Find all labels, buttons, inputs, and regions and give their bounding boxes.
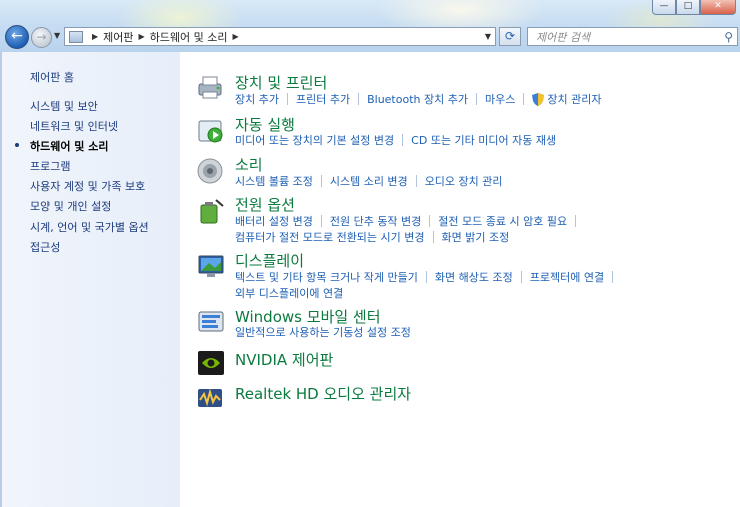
forward-button[interactable]: → <box>31 27 52 48</box>
sidebar-item-accessibility[interactable]: 접근성 <box>30 239 60 255</box>
sidebar-item-programs[interactable]: 프로그램 <box>30 158 70 174</box>
breadcrumb-control-panel[interactable]: 제어판 <box>103 29 133 45</box>
category-power-options-title[interactable]: 전원 옵션 <box>235 194 295 215</box>
search-placeholder: 제어판 검색 <box>536 30 591 44</box>
divider <box>320 175 322 187</box>
power-options-links-row2: 컴퓨터가 절전 모드로 전환되는 시기 변경 화면 밝기 조정 <box>235 229 509 245</box>
control-panel-icon <box>69 30 83 43</box>
connect-projector-link[interactable]: 프로젝터에 연결 <box>530 269 604 285</box>
autoplay-icon[interactable] <box>196 116 226 146</box>
adjust-screen-brightness-link[interactable]: 화면 밝기 조정 <box>442 229 510 245</box>
divider <box>425 271 427 283</box>
display-links-row2: 외부 디스플레이에 연결 <box>235 285 343 301</box>
connect-external-display-link[interactable]: 외부 디스플레이에 연결 <box>235 285 343 301</box>
manage-audio-devices-link[interactable]: 오디오 장치 관리 <box>425 173 503 189</box>
divider <box>320 215 322 227</box>
forward-arrow-icon: → <box>36 30 47 44</box>
recent-pages-dropdown-icon[interactable]: ▼ <box>54 31 60 40</box>
sidebar: 제어판 홈 시스템 및 보안 네트워크 및 인터넷 하드웨어 및 소리 프로그램… <box>0 52 180 507</box>
divider <box>520 271 522 283</box>
address-dropdown-icon[interactable]: ▼ <box>481 32 495 41</box>
mouse-link[interactable]: 마우스 <box>485 91 515 107</box>
display-icon[interactable] <box>196 252 226 282</box>
uac-shield-icon <box>532 92 545 106</box>
devices-printers-links: 장치 추가 프린터 추가 Bluetooth 장치 추가 마우스 장치 관리자 <box>235 91 601 107</box>
change-power-button-link[interactable]: 전원 단추 동작 변경 <box>330 213 421 229</box>
divider <box>286 93 288 105</box>
adjust-volume-link[interactable]: 시스템 볼륨 조정 <box>235 173 313 189</box>
nvidia-icon[interactable] <box>196 348 226 378</box>
current-item-bullet <box>15 143 19 147</box>
mobility-center-icon[interactable] <box>196 308 226 338</box>
printer-icon[interactable] <box>196 72 226 102</box>
maximize-button[interactable]: □ <box>676 0 700 15</box>
change-system-sounds-link[interactable]: 시스템 소리 변경 <box>330 173 408 189</box>
category-sound-title[interactable]: 소리 <box>235 154 263 175</box>
autoplay-links: 미디어 또는 장치의 기본 설정 변경 CD 또는 기타 미디어 자동 재생 <box>235 132 556 148</box>
divider <box>432 231 434 243</box>
change-sleep-time-link[interactable]: 컴퓨터가 절전 모드로 전환되는 시기 변경 <box>235 229 425 245</box>
mobility-center-links: 일반적으로 사용하는 기동성 설정 조정 <box>235 324 411 340</box>
back-arrow-icon: ← <box>11 28 23 44</box>
sidebar-item-system-security[interactable]: 시스템 및 보안 <box>30 98 98 114</box>
chevron-right-icon[interactable]: ▶ <box>92 32 98 41</box>
divider <box>523 93 525 105</box>
adjust-mobility-settings-link[interactable]: 일반적으로 사용하는 기동성 설정 조정 <box>235 324 411 340</box>
speaker-icon[interactable] <box>196 156 226 186</box>
autoplay-cds-link[interactable]: CD 또는 기타 미디어 자동 재생 <box>411 132 556 148</box>
category-devices-printers-title[interactable]: 장치 및 프린터 <box>235 72 327 93</box>
realtek-audio-icon[interactable] <box>196 383 226 413</box>
category-display-title[interactable]: 디스플레이 <box>235 250 304 271</box>
device-manager-link[interactable]: 장치 관리자 <box>547 91 601 107</box>
main-pane: 장치 및 프린터 장치 추가 프린터 추가 Bluetooth 장치 추가 마우… <box>180 52 740 507</box>
add-device-link[interactable]: 장치 추가 <box>235 91 279 107</box>
divider <box>429 215 431 227</box>
window-controls: — □ ✕ <box>652 0 736 15</box>
require-password-on-wake-link[interactable]: 절전 모드 종료 시 암호 필요 <box>438 213 567 229</box>
sound-links: 시스템 볼륨 조정 시스템 소리 변경 오디오 장치 관리 <box>235 173 503 189</box>
address-bar[interactable]: ▶ 제어판 ▶ 하드웨어 및 소리 ▶ ▼ <box>64 27 496 46</box>
divider <box>358 93 360 105</box>
search-icon[interactable]: ⚲ <box>724 30 733 44</box>
divider <box>475 93 477 105</box>
search-input[interactable]: 제어판 검색 ⚲ <box>527 27 738 46</box>
close-button[interactable]: ✕ <box>700 0 736 15</box>
adjust-resolution-link[interactable]: 화면 해상도 조정 <box>435 269 513 285</box>
divider <box>415 175 417 187</box>
divider <box>575 215 577 227</box>
make-text-larger-smaller-link[interactable]: 텍스트 및 기타 항목 크거나 작게 만들기 <box>235 269 418 285</box>
category-realtek-title[interactable]: Realtek HD 오디오 관리자 <box>235 383 411 404</box>
breadcrumb-hardware-sound[interactable]: 하드웨어 및 소리 <box>150 29 228 45</box>
sidebar-item-network[interactable]: 네트워크 및 인터넷 <box>30 118 118 134</box>
chevron-right-icon[interactable]: ▶ <box>233 32 239 41</box>
add-bluetooth-device-link[interactable]: Bluetooth 장치 추가 <box>367 91 468 107</box>
sidebar-item-hardware-sound: 하드웨어 및 소리 <box>30 140 109 153</box>
change-battery-settings-link[interactable]: 배터리 설정 변경 <box>235 213 313 229</box>
power-options-icon[interactable] <box>196 196 226 226</box>
back-button[interactable]: ← <box>5 25 29 49</box>
sidebar-item-appearance[interactable]: 모양 및 개인 설정 <box>30 198 111 214</box>
refresh-icon: ⟳ <box>504 29 516 43</box>
sidebar-item-home[interactable]: 제어판 홈 <box>30 69 74 85</box>
change-media-defaults-link[interactable]: 미디어 또는 장치의 기본 설정 변경 <box>235 132 394 148</box>
refresh-button[interactable]: ⟳ <box>499 27 521 46</box>
sidebar-item-user-accounts[interactable]: 사용자 계정 및 가족 보호 <box>30 178 145 194</box>
divider <box>612 271 614 283</box>
add-printer-link[interactable]: 프린터 추가 <box>296 91 350 107</box>
category-nvidia-title[interactable]: NVIDIA 제어판 <box>235 349 333 370</box>
minimize-button[interactable]: — <box>652 0 676 15</box>
divider <box>402 134 404 146</box>
display-links-row1: 텍스트 및 기타 항목 크거나 작게 만들기 화면 해상도 조정 프로젝터에 연… <box>235 269 621 285</box>
chevron-right-icon[interactable]: ▶ <box>139 32 145 41</box>
sidebar-item-clock-language[interactable]: 시계, 언어 및 국가별 옵션 <box>30 219 149 235</box>
power-options-links-row1: 배터리 설정 변경 전원 단추 동작 변경 절전 모드 종료 시 암호 필요 <box>235 213 584 229</box>
